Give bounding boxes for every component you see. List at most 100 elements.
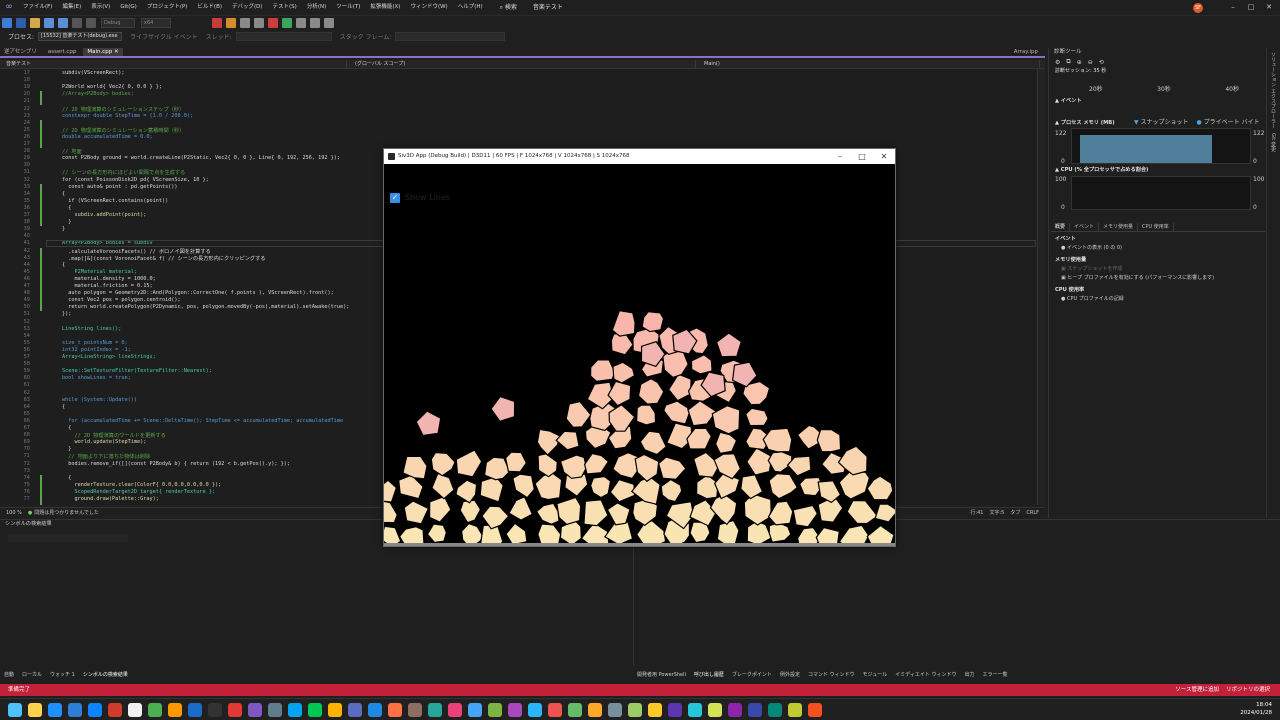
taskbar-app-icon[interactable] [788, 702, 802, 717]
taskbar-app-icon[interactable] [68, 702, 82, 717]
app-canvas[interactable] [384, 164, 895, 546]
member-select[interactable]: Main() [700, 60, 1040, 68]
taskbar-app-icon[interactable] [248, 702, 262, 717]
tab-memory[interactable]: メモリ使用量 [1099, 222, 1139, 232]
tab-array-ipp[interactable]: Array.ipp [1010, 48, 1042, 56]
lifecycle-label[interactable]: ライフサイクル イベント [130, 32, 198, 41]
taskbar-app-icon[interactable] [228, 702, 242, 717]
save-icon[interactable] [44, 18, 54, 28]
tab-indicator[interactable]: タブ [1010, 509, 1020, 516]
bottom-tab[interactable]: 例外設定 [776, 670, 804, 680]
taskbar-app-icon[interactable] [88, 702, 102, 717]
editor-scrollbar[interactable] [1037, 69, 1045, 505]
stack-frame-select[interactable] [395, 32, 506, 41]
open-file-icon[interactable] [30, 18, 40, 28]
bottom-tab[interactable]: ウォッチ 1 [46, 670, 79, 680]
bottom-tab[interactable]: 出力 [960, 670, 978, 680]
taskbar-app-icon[interactable] [268, 702, 282, 717]
bottom-tab[interactable]: 自動 [0, 670, 18, 680]
avatar[interactable]: SF [1193, 3, 1203, 13]
app-maximize-icon[interactable]: □ [852, 149, 872, 164]
panel-splitter[interactable] [633, 548, 634, 666]
eol-indicator[interactable]: CRLF [1026, 510, 1039, 516]
step-over-icon[interactable] [296, 18, 306, 28]
add-to-source-control[interactable]: ソース管理に追加 [1175, 687, 1219, 693]
app-close-icon[interactable]: ✕ [874, 149, 894, 164]
zoom-in-icon[interactable]: ⊕ [1077, 59, 1082, 66]
taskbar-app-icon[interactable] [488, 702, 502, 717]
taskbar-app-icon[interactable] [748, 702, 762, 717]
menu-item[interactable]: Git(G) [115, 0, 142, 15]
bottom-tab[interactable]: ブレークポイント [728, 670, 776, 680]
save-all-icon[interactable] [58, 18, 68, 28]
step-out-icon[interactable] [324, 18, 334, 28]
taskbar-app-icon[interactable] [548, 702, 562, 717]
taskbar-app-icon[interactable] [508, 702, 522, 717]
tab-disassembly[interactable]: 逆アセンブリ [0, 48, 41, 56]
menu-item[interactable]: ビルド(B) [192, 0, 227, 15]
search-button[interactable]: ⌕ 検索 [494, 0, 523, 15]
taskbar-app-icon[interactable] [688, 702, 702, 717]
bottom-tab[interactable]: エラー一覧 [978, 670, 1011, 680]
taskbar-app-icon[interactable] [448, 702, 462, 717]
taskbar-app-icon[interactable] [388, 702, 402, 717]
taskbar-app-icon[interactable] [568, 702, 582, 717]
tab-events[interactable]: イベント [1070, 222, 1100, 232]
breakpoint-icon[interactable] [212, 18, 222, 28]
taskbar-app-icon[interactable] [408, 702, 422, 717]
taskbar-app-icon[interactable] [28, 702, 42, 717]
app-title-bar[interactable]: Siv3D App (Debug Build) | D3D11 | 60 FPS… [384, 149, 895, 164]
record-cpu-button[interactable]: ● CPU プロファイルの記録 [1049, 295, 1265, 304]
hot-reload-icon[interactable] [240, 18, 250, 28]
menu-item[interactable]: 編集(E) [57, 0, 86, 15]
platform-select[interactable]: x64 [141, 18, 171, 28]
taskbar-app-icon[interactable] [588, 702, 602, 717]
thread-select[interactable] [235, 32, 332, 41]
show-events-link[interactable]: ● イベントの表示 (0 の 0) [1049, 244, 1265, 253]
taskbar-clock[interactable]: 18:04 2024/01/28 [1240, 701, 1272, 717]
menu-item[interactable]: 拡張機能(X) [365, 0, 405, 15]
taskbar-app-icon[interactable] [728, 702, 742, 717]
bottom-tab[interactable]: シンボルの検索結果 [79, 670, 132, 680]
forward-icon[interactable] [16, 18, 26, 28]
step-into-icon[interactable] [310, 18, 320, 28]
taskbar-app-icon[interactable] [168, 702, 182, 717]
process-select[interactable]: [15532] 音楽テスト(debug).exe [38, 32, 123, 41]
taskbar-app-icon[interactable] [528, 702, 542, 717]
menu-item[interactable]: テスト(S) [268, 0, 302, 15]
taskbar-app-icon[interactable] [648, 702, 662, 717]
tab-cpu[interactable]: CPU 使用率 [1138, 222, 1174, 232]
taskbar-app-icon[interactable] [708, 702, 722, 717]
project-select[interactable]: 音楽テスト [2, 60, 347, 68]
taskbar-app-icon[interactable] [208, 702, 222, 717]
pause-icon[interactable] [254, 18, 264, 28]
heap-profile-toggle[interactable]: ▣ ヒープ プロファイルを有効にする (パフォーマンスに影響します) [1049, 274, 1265, 283]
taskbar-app-icon[interactable] [148, 702, 162, 717]
bottom-tab[interactable]: イミディエイト ウィンドウ [891, 670, 960, 680]
menu-item[interactable]: プロジェクト(P) [142, 0, 193, 15]
taskbar-app-icon[interactable] [288, 702, 302, 717]
tab-close-icon[interactable]: ✕ [114, 49, 119, 55]
taskbar-app-icon[interactable] [768, 702, 782, 717]
menu-item[interactable]: 表示(V) [86, 0, 115, 15]
bottom-tab[interactable]: モジュール [859, 670, 892, 680]
zoom-out-icon[interactable]: ⊖ [1088, 59, 1093, 66]
memory-chart[interactable] [1071, 128, 1251, 164]
menu-item[interactable]: ファイル(F) [18, 0, 57, 15]
taskbar-app-icon[interactable] [428, 702, 442, 717]
taskbar-app-icon[interactable] [608, 702, 622, 717]
taskbar-app-icon[interactable] [668, 702, 682, 717]
cpu-chart[interactable] [1071, 176, 1251, 210]
undo-icon[interactable] [72, 18, 82, 28]
reset-view-icon[interactable]: ⟲ [1099, 59, 1104, 66]
menu-item[interactable]: ヘルプ(H) [453, 0, 488, 15]
select-tools-icon[interactable]: ⧉ [1066, 58, 1070, 66]
bottom-tab[interactable]: 開発者用 PowerShell [633, 670, 690, 680]
stop-icon[interactable] [268, 18, 278, 28]
bottom-tab[interactable]: ローカル [18, 670, 46, 680]
taskbar-app-icon[interactable] [628, 702, 642, 717]
taskbar-app-icon[interactable] [188, 702, 202, 717]
select-repository[interactable]: リポジトリの選択 [1226, 687, 1270, 693]
taskbar-app-icon[interactable] [128, 702, 142, 717]
app-minimize-icon[interactable]: – [830, 149, 850, 164]
